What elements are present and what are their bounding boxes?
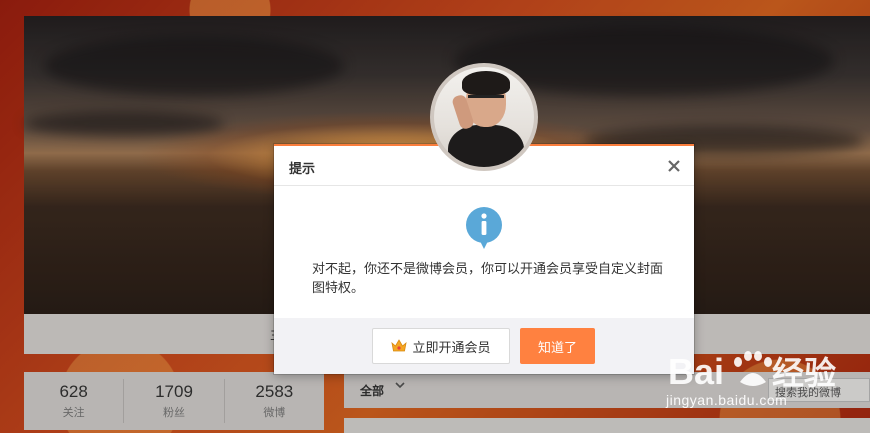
open-vip-label: 立即开通会员 [412, 339, 491, 355]
dialog-message: 对不起，你还不是微博会员，你可以开通会员享受自定义封面图特权。 [312, 262, 664, 296]
open-vip-button[interactable]: 立即开通会员 [372, 328, 510, 364]
dialog-body: 对不起，你还不是微博会员，你可以开通会员享受自定义封面图特权。 [274, 186, 694, 319]
crown-icon [391, 339, 408, 352]
got-it-button[interactable]: 知道了 [520, 328, 595, 364]
info-icon [464, 206, 504, 250]
vip-prompt-dialog: 提示 对不起，你还不是微博会员，你可以开通会员享受自定义封面图特权。 立即开通会… [274, 144, 694, 374]
watermark-url: jingyan.baidu.com [666, 392, 788, 408]
dialog-footer: 立即开通会员 知道了 [274, 318, 694, 374]
profile-avatar[interactable] [430, 63, 538, 171]
close-icon[interactable] [667, 155, 681, 175]
avatar-photo [434, 67, 534, 167]
dialog-title: 提示 [289, 162, 316, 177]
